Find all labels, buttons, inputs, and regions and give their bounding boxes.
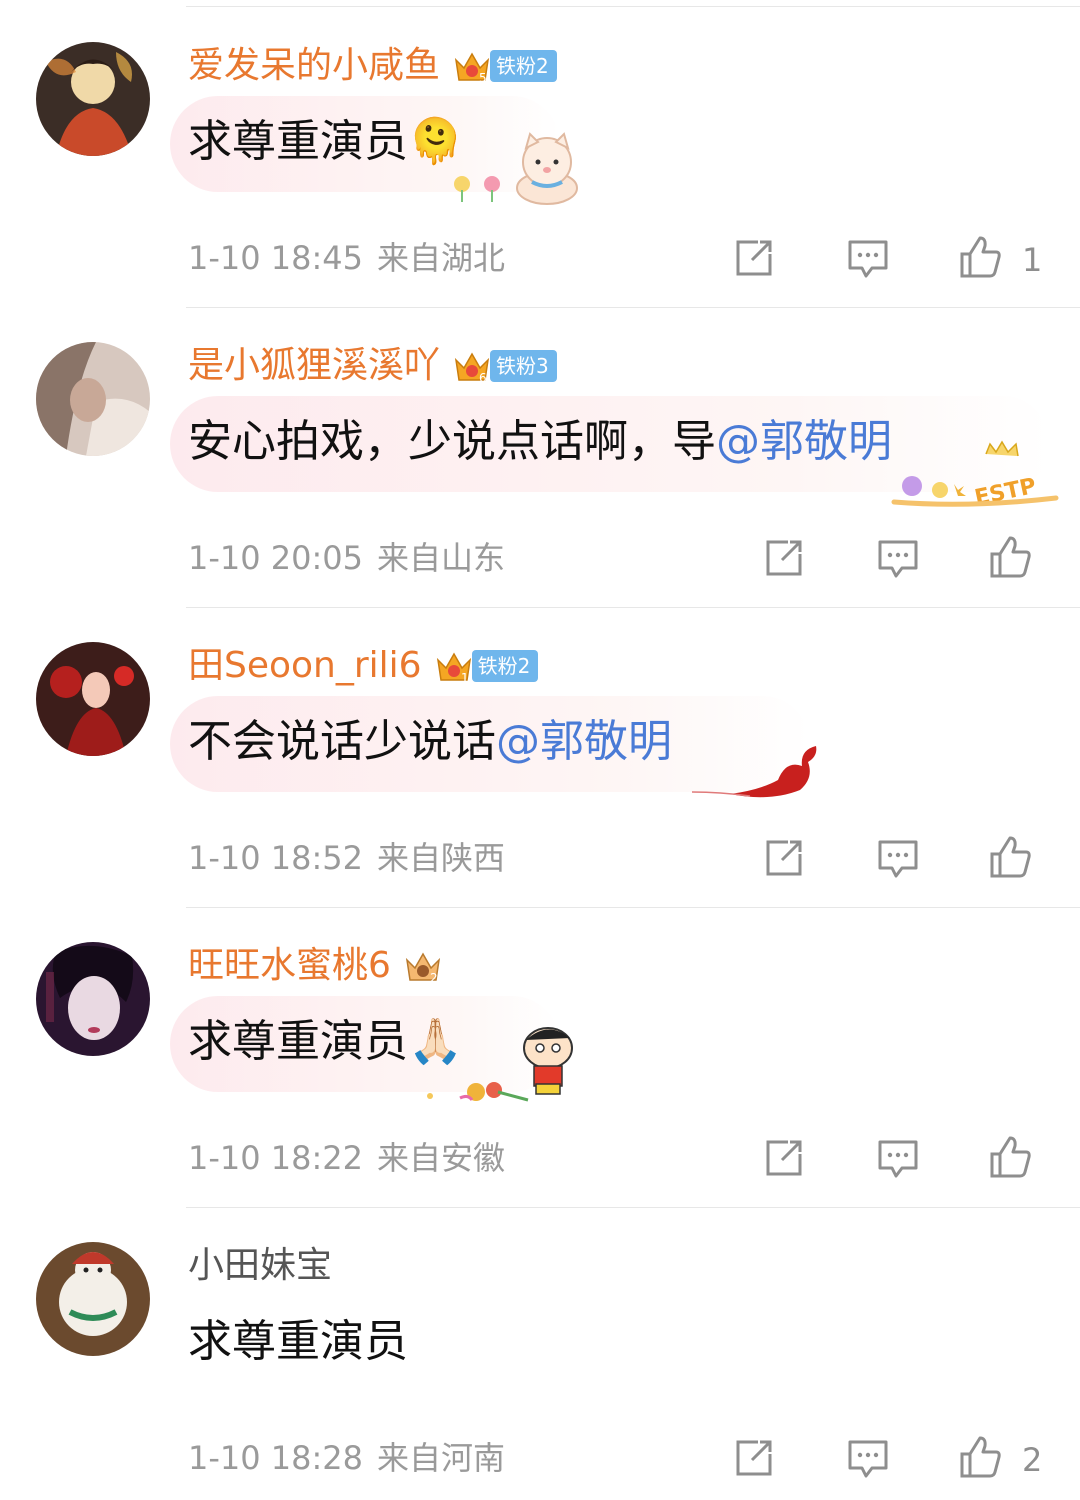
username-text[interactable]: 爱发呆的小咸鱼 [188, 44, 440, 88]
comment-location: 来自湖北 [377, 239, 506, 277]
comment-time: 1-10 18:22 [188, 1139, 364, 1177]
comment-location: 来自陕西 [377, 839, 506, 877]
username-text[interactable]: 旺旺水蜜桃6 [188, 944, 391, 988]
comment-icon[interactable] [874, 534, 922, 582]
comment-text: 求尊重演员 [188, 1310, 408, 1374]
like-icon[interactable] [956, 1434, 1004, 1482]
username-text[interactable]: 田Seoon_rili6 [188, 644, 422, 688]
red-flame-decoration-icon [691, 746, 817, 798]
cat-sticker-icon [516, 132, 578, 205]
comment-meta: 1-10 18:45 来自湖北 [188, 236, 505, 280]
username-text[interactable]: 小田妹宝 [188, 1244, 332, 1288]
like-count: 1 [1022, 241, 1043, 279]
comment-icon[interactable] [844, 1434, 892, 1482]
comment-meta: 1-10 18:22 来自安徽 [188, 1136, 505, 1180]
repost-icon[interactable] [760, 834, 808, 882]
crown-badge-icon: 5 [452, 46, 492, 86]
comment-location: 来自山东 [377, 539, 506, 577]
emoji-icon: 🫠 [408, 116, 463, 167]
estp-decoration-icon: ESTP [891, 440, 1059, 510]
comment-text-body: 求尊重演员 [188, 1316, 408, 1367]
comment-location: 来自安徽 [377, 1139, 506, 1177]
comment-icon[interactable] [874, 1134, 922, 1182]
comment-text: 不会说话少说话@郭敬明 [188, 710, 672, 774]
svg-text:6: 6 [479, 371, 487, 385]
comment-item: 旺旺水蜜桃6 2 求尊重演员🙏🏻 1-10 18:22 来自安徽 [0, 900, 1080, 1200]
fan-badge: 铁粉3 [490, 350, 557, 382]
username[interactable]: 小田妹宝 [188, 1244, 332, 1288]
like-icon[interactable] [986, 834, 1034, 882]
like-icon[interactable] [986, 534, 1034, 582]
avatar[interactable] [36, 342, 150, 456]
comment-time: 1-10 18:45 [188, 239, 364, 277]
flower-decoration-icon [427, 1082, 529, 1102]
username[interactable]: 是小狐狸溪溪吖 6 铁粉3 [188, 344, 557, 388]
comment-text: 安心拍戏，少说点话啊，导@郭敬明 [188, 410, 892, 474]
comment-location: 来自河南 [377, 1439, 506, 1477]
comment-text-body: 求尊重演员 [188, 1016, 408, 1067]
like-icon[interactable] [956, 234, 1004, 282]
svg-text:5: 5 [479, 71, 487, 85]
flower-decoration-icon [454, 176, 500, 202]
repost-icon[interactable] [730, 1434, 778, 1482]
crown-badge-icon: 1 [434, 646, 474, 686]
pray-emoji-icon: 🙏🏻 [408, 1016, 463, 1067]
comment-text-body: 安心拍戏，少说点话啊，导 [188, 416, 716, 467]
username-text[interactable]: 是小狐狸溪溪吖 [188, 344, 440, 388]
svg-text:2: 2 [430, 971, 438, 985]
username[interactable]: 田Seoon_rili6 1 铁粉2 [188, 644, 539, 688]
comment-icon[interactable] [874, 834, 922, 882]
mention-link[interactable]: @郭敬明 [716, 416, 892, 467]
fan-badge: 铁粉2 [490, 50, 557, 82]
username[interactable]: 爱发呆的小咸鱼 5 铁粉2 [188, 44, 557, 88]
fan-badge: 铁粉2 [471, 650, 539, 682]
repost-icon[interactable] [760, 534, 808, 582]
comment-item: 是小狐狸溪溪吖 6 铁粉3 安心拍戏，少说点话啊，导@郭敬明 ESTP 1-10… [0, 300, 1080, 600]
repost-icon[interactable] [760, 1134, 808, 1182]
comment-meta: 1-10 18:52 来自陕西 [188, 836, 505, 880]
comment-time: 1-10 18:28 [188, 1439, 364, 1477]
comment-text-body: 求尊重演员 [188, 116, 408, 167]
repost-icon[interactable] [730, 234, 778, 282]
avatar[interactable] [36, 642, 150, 756]
comment-time: 1-10 18:52 [188, 839, 364, 877]
like-icon[interactable] [986, 1134, 1034, 1182]
comment-icon[interactable] [844, 234, 892, 282]
comment-text-body: 不会说话少说话 [188, 716, 496, 767]
comment-text: 求尊重演员🫠 [188, 110, 463, 174]
comment-item: 田Seoon_rili6 1 铁粉2 不会说话少说话@郭敬明 1-10 18:5… [0, 600, 1080, 900]
crown-badge-icon: 2 [403, 946, 443, 986]
comment-item: 爱发呆的小咸鱼 5 铁粉2 求尊重演员🫠 1-10 18:45 来自湖北 1 [0, 0, 1080, 300]
comment-meta: 1-10 18:28 来自河南 [188, 1436, 505, 1480]
username[interactable]: 旺旺水蜜桃6 2 [188, 944, 443, 988]
comment-item: 小田妹宝 求尊重演员 1-10 18:28 来自河南 2 [0, 1200, 1080, 1500]
comment-time: 1-10 20:05 [188, 539, 364, 577]
like-count: 2 [1022, 1441, 1043, 1479]
comment-meta: 1-10 20:05 来自山东 [188, 536, 505, 580]
svg-text:1: 1 [461, 671, 469, 685]
avatar[interactable] [36, 942, 150, 1056]
comment-text: 求尊重演员🙏🏻 [188, 1010, 463, 1074]
mention-link[interactable]: @郭敬明 [496, 716, 672, 767]
avatar[interactable] [36, 42, 150, 156]
crown-badge-icon: 6 [452, 346, 492, 386]
avatar[interactable] [36, 1242, 150, 1356]
